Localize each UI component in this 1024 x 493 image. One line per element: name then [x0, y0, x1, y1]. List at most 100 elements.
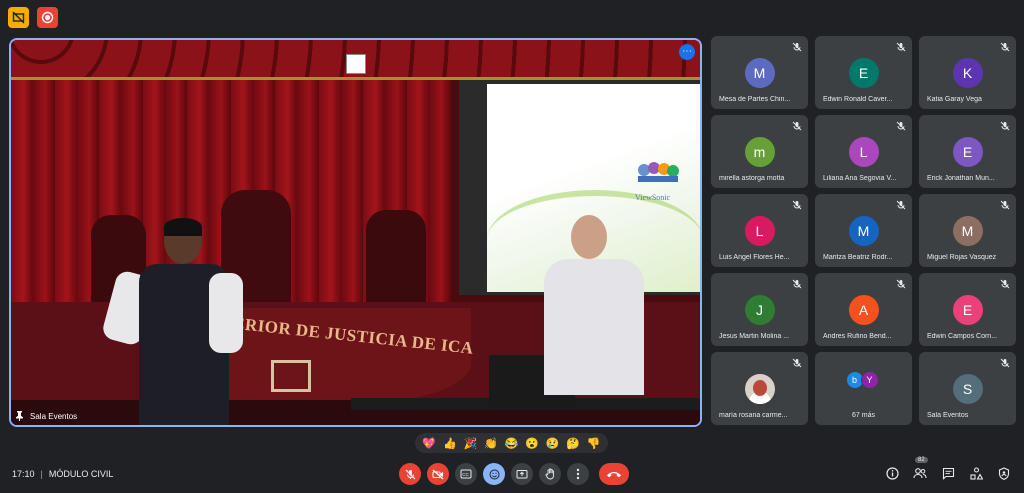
reaction-emoji-button[interactable]: 🎉: [462, 437, 478, 450]
reactions-bar: 💖 👍 🎉 👏 😂 😮 😢 🤔 👎: [415, 433, 608, 453]
participant-tile[interactable]: K Katia Garay Vega: [919, 36, 1016, 109]
reaction-emoji-button[interactable]: 👎: [586, 437, 602, 450]
reaction-emoji-button[interactable]: 😢: [545, 437, 561, 450]
participant-name: Jesus Martin Molina ...: [719, 333, 790, 340]
participant-photo-avatar: [744, 374, 775, 404]
captions-icon: CC: [460, 469, 472, 479]
participant-tile[interactable]: E Edwin Campos Corn...: [919, 273, 1016, 346]
meeting-info: 17:10 | MÓDULO CIVIL: [12, 469, 113, 479]
chat-icon: [942, 467, 954, 480]
participant-tile[interactable]: S Sala Eventos: [919, 352, 1016, 425]
more-options-icon[interactable]: ⋯: [679, 44, 695, 60]
top-badges: [8, 7, 58, 28]
mic-muted-icon: [792, 358, 802, 368]
participant-tile[interactable]: L Luis Angel Flores He...: [711, 194, 808, 267]
host-controls-button[interactable]: [996, 465, 1012, 481]
participant-name: Sala Eventos: [927, 412, 969, 419]
people-button[interactable]: 82: [912, 457, 928, 481]
participant-name: Luis Angel Flores He...: [719, 254, 790, 261]
participant-tile[interactable]: E Erick Jonathan Mun...: [919, 115, 1016, 188]
camera-toggle-button[interactable]: [427, 463, 449, 485]
reaction-emoji-button[interactable]: 🤔: [565, 437, 581, 450]
hand-icon: [545, 468, 554, 480]
info-icon: [885, 466, 899, 480]
activities-button[interactable]: [968, 465, 984, 481]
mic-muted-icon: [792, 279, 802, 289]
mic-muted-icon: [896, 200, 906, 210]
chat-button[interactable]: [940, 465, 956, 481]
more-participants-tile[interactable]: b Y 67 más: [815, 352, 912, 425]
participant-tile[interactable]: M Mesa de Partes Chin...: [711, 36, 808, 109]
raise-hand-button[interactable]: [539, 463, 561, 485]
recording-indicator-icon[interactable]: [37, 7, 58, 28]
participant-tile[interactable]: J Jesus Martin Molina ...: [711, 273, 808, 346]
participant-name: Edwin Campos Corn...: [927, 333, 998, 340]
video-white-square: [346, 54, 366, 74]
speaker-arm: [209, 273, 243, 353]
participant-avatar: L: [744, 216, 775, 246]
mic-muted-icon: [1000, 358, 1010, 368]
mic-muted-icon: [792, 42, 802, 52]
participant-avatar: M: [952, 216, 983, 246]
participant-avatar: m: [744, 137, 775, 167]
participant-name: Edwin Ronald Caver...: [823, 96, 893, 103]
participant-mini-avatar: Y: [860, 371, 879, 389]
present-screen-button[interactable]: [511, 463, 533, 485]
svg-text:CC: CC: [462, 472, 469, 477]
reaction-emoji-button[interactable]: 💖: [421, 437, 437, 450]
stage-label: Sala Eventos: [15, 411, 77, 421]
participant-tile[interactable]: L Liliana Ana Segovia V...: [815, 115, 912, 188]
lock-person-icon: [998, 466, 1010, 480]
screen-share-indicator-icon[interactable]: [8, 7, 29, 28]
video-chair: [366, 210, 426, 310]
mic-muted-icon: [1000, 42, 1010, 52]
leave-call-button[interactable]: [599, 463, 629, 485]
mic-muted-icon: [792, 121, 802, 131]
mic-muted-icon: [896, 121, 906, 131]
main-video-stage[interactable]: ViewSonic UPERIOR DE JUSTICIA DE ICA ⋯ S…: [9, 38, 702, 427]
projector-logo-text: ViewSonic: [635, 193, 671, 202]
mic-muted-icon: [1000, 279, 1010, 289]
participant-tile[interactable]: maría rosana carme...: [711, 352, 808, 425]
activities-icon: [969, 466, 983, 480]
assistant-head: [571, 215, 607, 259]
speaker-hair: [164, 218, 202, 236]
captions-button[interactable]: CC: [455, 463, 477, 485]
participant-tile[interactable]: E Edwin Ronald Caver...: [815, 36, 912, 109]
more-options-button[interactable]: [567, 463, 589, 485]
reaction-emoji-button[interactable]: 👏: [483, 437, 499, 450]
meeting-details-button[interactable]: [884, 465, 900, 481]
participant-avatar: E: [952, 295, 983, 325]
participant-tile[interactable]: A Andres Rufino Bend...: [815, 273, 912, 346]
participant-name: Erick Jonathan Mun...: [927, 175, 995, 182]
emoji-reactions-button[interactable]: [483, 463, 505, 485]
hangup-icon: [607, 472, 621, 478]
meeting-title: MÓDULO CIVIL: [48, 469, 114, 479]
mic-toggle-button[interactable]: [399, 463, 421, 485]
more-participants-label: 67 más: [852, 412, 875, 419]
video-banner-logo: [271, 360, 311, 392]
reaction-emoji-button[interactable]: 😂: [503, 437, 519, 450]
participant-tile[interactable]: m mirella astorga motta: [711, 115, 808, 188]
stage-label-text: Sala Eventos: [30, 411, 78, 421]
camera-off-icon: [432, 469, 444, 479]
participant-tile[interactable]: M Miguel Rojas Vasquez: [919, 194, 1016, 267]
call-controls: CC: [399, 463, 629, 485]
emoji-icon: [489, 469, 499, 479]
pin-icon[interactable]: [15, 411, 24, 421]
reaction-emoji-button[interactable]: 👍: [442, 437, 458, 450]
video-assistant: [539, 213, 649, 395]
participant-avatar: E: [848, 58, 879, 88]
reaction-emoji-button[interactable]: 😮: [524, 437, 540, 450]
participant-tile[interactable]: M Maritza Beatriz Rodr...: [815, 194, 912, 267]
meeting-time: 17:10: [12, 469, 35, 479]
mic-muted-icon: [896, 42, 906, 52]
projector-logo-icon: [638, 162, 679, 182]
participant-avatar: M: [744, 58, 775, 88]
participant-avatar: L: [848, 137, 879, 167]
participant-name: Katia Garay Vega: [927, 96, 982, 103]
side-panel-tools: 82: [884, 457, 1012, 481]
participant-avatar: M: [848, 216, 879, 246]
participant-avatar: A: [848, 295, 879, 325]
participant-grid: M Mesa de Partes Chin... E Edwin Ronald Cav…: [711, 36, 1017, 427]
